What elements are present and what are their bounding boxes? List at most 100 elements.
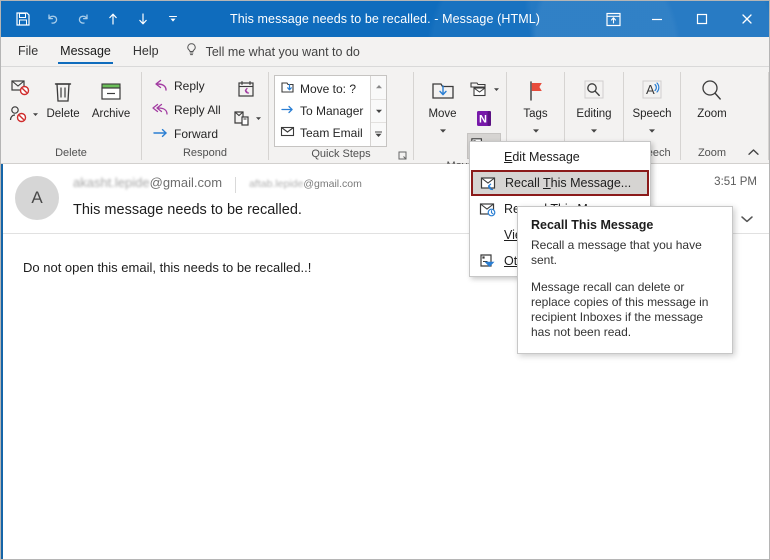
ribbon-group-delete: Delete Archive Delete <box>1 67 141 163</box>
other-actions-icon <box>476 253 500 270</box>
menu-item-label: Ot <box>500 254 517 268</box>
previous-item-icon[interactable] <box>99 5 127 33</box>
speech-icon: A <box>638 75 666 107</box>
menu-item-label-prefix: Recall <box>505 176 543 190</box>
zoom-label: Zoom <box>697 108 726 120</box>
forward-icon <box>151 125 169 142</box>
zoom-button[interactable]: Zoom <box>686 72 738 120</box>
outlook-message-window: This message needs to be recalled. - Mes… <box>0 0 770 560</box>
reply-button[interactable]: Reply <box>147 74 227 97</box>
reply-all-label: Reply All <box>174 103 221 117</box>
forward-button[interactable]: Forward <box>147 122 227 145</box>
address-divider <box>235 177 236 193</box>
recipient-address-domain: @gmail.com <box>303 178 362 190</box>
recall-message-icon <box>477 175 501 192</box>
undo-icon[interactable] <box>39 5 67 33</box>
customize-quick-access-toolbar-icon[interactable] <box>159 5 187 33</box>
reply-label: Reply <box>174 79 205 93</box>
recall-message-tooltip: Recall This Message Recall a message tha… <box>517 206 733 354</box>
speech-caret-icon[interactable] <box>648 121 656 139</box>
quick-steps-dialog-launcher-icon[interactable] <box>397 149 409 161</box>
ribbon: Delete Archive Delete <box>1 67 769 164</box>
sender-address-redacted: akasht.lepide <box>73 175 150 190</box>
tags-caret-icon[interactable] <box>532 121 540 139</box>
onenote-icon[interactable]: N <box>470 105 498 131</box>
reply-all-icon <box>151 101 169 118</box>
delete-label: Delete <box>46 108 79 120</box>
next-item-icon[interactable] <box>129 5 157 33</box>
tags-label: Tags <box>523 108 547 120</box>
lightbulb-icon <box>184 42 199 62</box>
menu-item-label-text: dit Message <box>512 150 579 164</box>
move-button[interactable]: Move <box>419 72 466 139</box>
menu-item-edit-message[interactable]: Edit Message <box>470 144 650 170</box>
tab-message[interactable]: Message <box>49 37 122 66</box>
speech-label: Speech <box>632 108 671 120</box>
recipient-address[interactable]: aftab.lepide@gmail.com <box>249 178 362 190</box>
quick-steps-gallery: Move to: ? To Manager Team <box>274 75 387 147</box>
maximize-icon[interactable] <box>679 1 724 37</box>
redo-icon[interactable] <box>69 5 97 33</box>
more-respond-icon[interactable] <box>229 105 263 131</box>
quick-step-to-manager[interactable]: To Manager <box>277 100 368 122</box>
menu-item-label: Recall This Message... <box>501 176 631 190</box>
move-caret-icon[interactable] <box>439 121 447 139</box>
menu-item-label: Edit Message <box>500 150 580 164</box>
window-controls <box>592 1 769 37</box>
group-label-zoom: Zoom <box>681 146 743 163</box>
ribbon-tab-strip: File Message Help Tell me what you want … <box>1 37 769 67</box>
collapse-ribbon-icon[interactable] <box>743 143 763 161</box>
scroll-down-icon[interactable] <box>371 99 386 123</box>
svg-text:A: A <box>646 82 655 97</box>
junk-icon[interactable] <box>6 101 40 127</box>
ribbon-group-zoom: Zoom Zoom <box>681 67 743 163</box>
reply-icon <box>151 77 169 94</box>
svg-text:N: N <box>479 113 487 125</box>
resend-message-icon <box>476 201 500 218</box>
tags-button[interactable]: Tags <box>512 72 559 139</box>
ribbon-group-respond: Reply Reply All Forward <box>142 67 268 163</box>
move-icon <box>428 75 458 107</box>
group-divider <box>768 72 769 160</box>
forward-label: Forward <box>174 127 218 141</box>
editing-caret-icon[interactable] <box>590 121 598 139</box>
rules-icon[interactable] <box>467 76 501 102</box>
avatar[interactable]: A <box>15 176 59 220</box>
quick-steps-more-icon[interactable] <box>371 122 386 146</box>
archive-icon <box>96 75 126 107</box>
quick-step-team-email[interactable]: Team Email <box>277 122 368 144</box>
editing-button[interactable]: Editing <box>570 72 618 139</box>
popout-icon[interactable] <box>592 1 634 37</box>
reply-all-button[interactable]: Reply All <box>147 98 227 121</box>
meeting-icon[interactable] <box>232 76 260 102</box>
editing-icon <box>580 75 608 107</box>
sender-address-domain: @gmail.com <box>150 175 222 190</box>
team-email-icon <box>280 124 295 142</box>
tab-file[interactable]: File <box>7 37 49 66</box>
delete-icon <box>48 75 78 107</box>
close-icon[interactable] <box>724 1 769 37</box>
save-icon[interactable] <box>9 5 37 33</box>
archive-button[interactable]: Archive <box>86 72 136 120</box>
ignore-icon[interactable] <box>6 74 34 100</box>
quick-step-move-to[interactable]: Move to: ? <box>277 78 368 100</box>
menu-item-recall-this-message[interactable]: Recall This Message... <box>471 170 649 196</box>
message-timestamp: 3:51 PM <box>714 176 757 188</box>
group-label-quick-steps: Quick Steps <box>269 147 413 163</box>
speech-button[interactable]: A Speech <box>629 72 675 139</box>
ribbon-group-quick-steps: Move to: ? To Manager Team <box>269 67 413 163</box>
title-bar: This message needs to be recalled. - Mes… <box>1 1 769 37</box>
editing-label: Editing <box>576 108 611 120</box>
tab-help[interactable]: Help <box>122 37 170 66</box>
recipient-address-redacted: aftab.lepide <box>249 178 303 190</box>
left-accent-bar <box>1 164 3 559</box>
group-label-respond: Respond <box>142 146 268 163</box>
minimize-icon[interactable] <box>634 1 679 37</box>
quick-steps-scrollbar[interactable] <box>370 76 386 146</box>
sender-address[interactable]: akasht.lepide@gmail.com <box>73 175 222 190</box>
tell-me-search[interactable]: Tell me what you want to do <box>184 37 360 66</box>
quick-step-label: Team Email <box>300 126 363 140</box>
scroll-up-icon[interactable] <box>371 76 386 99</box>
tooltip-title: Recall This Message <box>531 218 719 232</box>
delete-button[interactable]: Delete <box>40 72 86 120</box>
